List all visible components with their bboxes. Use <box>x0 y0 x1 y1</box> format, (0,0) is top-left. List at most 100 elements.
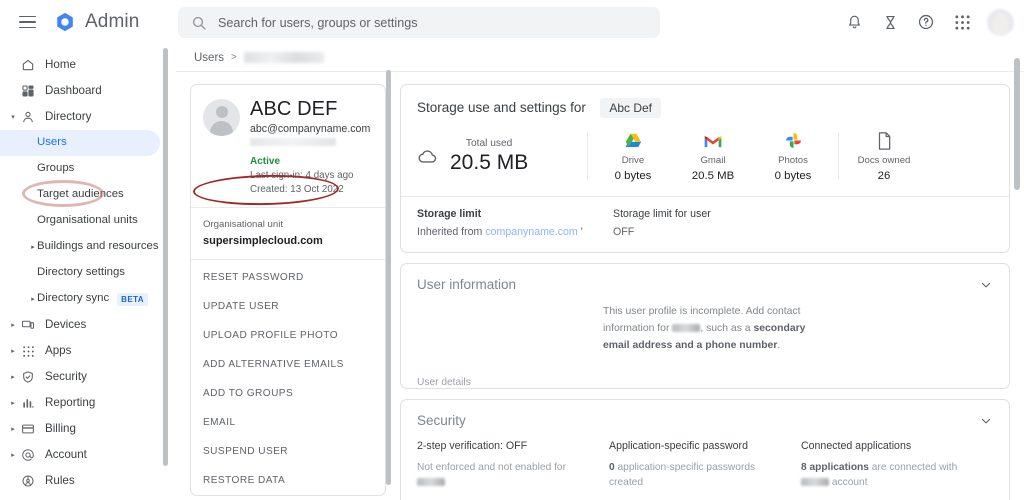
sidebar-item-label: Security <box>45 370 87 384</box>
chevron-right-icon: ▸ <box>31 243 35 251</box>
sidebar-item-users[interactable]: Users <box>0 130 160 156</box>
docs-owned-block: Docs owned 26 <box>839 130 929 182</box>
sidebar-item-label: Rules <box>45 474 75 488</box>
user-card-meta: Active Last sign-in: 4 days ago Created:… <box>191 152 385 207</box>
sidebar-item-buildings-and-resources[interactable]: ▸ Buildings and resources <box>0 234 160 260</box>
security-app-password-col: Application-specific password 0 applicat… <box>609 440 801 491</box>
security-col-head: 2-step verification: OFF <box>417 440 528 452</box>
sidebar-item-groups[interactable]: Groups <box>0 156 160 182</box>
sidebar-item-rules[interactable]: Rules <box>0 468 160 494</box>
sidebar-item-label: Organisational units <box>37 214 138 227</box>
sidebar-item-target-audiences[interactable]: Target audiences <box>0 182 160 208</box>
sidebar-item-directory-settings[interactable]: Directory settings <box>0 260 160 286</box>
message-part2: , such as a <box>700 322 754 334</box>
content-panes: ABC DEF abc@companyname.com Active Last … <box>176 72 1024 500</box>
sub-prefix: Not enforced and not enabled for <box>417 462 566 473</box>
sidebar-item-apps[interactable]: ▸ Apps <box>0 338 160 364</box>
action-suspend-user[interactable]: SUSPEND USER <box>191 437 385 466</box>
at-icon <box>18 448 38 462</box>
chevron-right-icon: ▸ <box>11 399 15 407</box>
apps-grid-icon[interactable] <box>947 7 977 37</box>
breadcrumb-current-redacted <box>243 52 324 63</box>
avatar[interactable] <box>987 8 1014 36</box>
hourglass-icon[interactable] <box>875 7 905 37</box>
ou-value: supersimplecloud.com <box>203 235 323 247</box>
inherited-suffix: ' <box>580 226 583 238</box>
storage-limit-row: Storage limit Inherited from companyname… <box>401 197 1009 252</box>
main-scrollbar-thumb[interactable] <box>1014 58 1020 190</box>
sidebar-item-organisational-units[interactable]: Organisational units <box>0 208 160 234</box>
storage-app-drive: Drive 0 bytes <box>610 130 656 182</box>
sidebar-item-label: Devices <box>45 318 87 332</box>
storage-app-name: Gmail <box>700 155 726 166</box>
admin-brand-label: Admin <box>85 11 140 32</box>
sidebar-item-home[interactable]: Home <box>0 52 160 78</box>
main-content: Users > ABC DEF abc@companyname.com Acti… <box>176 44 1024 500</box>
action-update-user[interactable]: UPDATE USER <box>191 292 385 321</box>
sidebar-scrollbar-thumb[interactable] <box>163 48 168 466</box>
action-upload-profile-photo[interactable]: UPLOAD PROFILE PHOTO <box>191 321 385 350</box>
chevron-right-icon: ▸ <box>31 295 35 303</box>
user-card-scrollbar[interactable] <box>385 68 393 493</box>
storage-limit-label: Storage limit <box>417 208 482 220</box>
search-input[interactable] <box>218 15 638 30</box>
topbar-actions <box>839 0 1014 44</box>
action-reset-password[interactable]: RESET PASSWORD <box>191 263 385 292</box>
admin-brand[interactable]: Admin <box>54 11 139 33</box>
gmail-icon <box>690 130 736 151</box>
action-add-alternative-emails[interactable]: ADD ALTERNATIVE EMAILS <box>191 350 385 379</box>
total-used-label: Total used <box>465 137 513 149</box>
redacted-name <box>801 478 829 487</box>
docs-owned-value: 26 <box>877 170 891 182</box>
breadcrumb-separator: > <box>231 52 237 63</box>
action-restore-data[interactable]: RESTORE DATA <box>191 466 385 495</box>
chevron-down-icon[interactable] <box>979 278 993 292</box>
apps-icon <box>18 345 38 358</box>
action-add-to-groups[interactable]: ADD TO GROUPS <box>191 379 385 408</box>
security-header[interactable]: Security <box>401 400 1009 438</box>
security-col-sub: 0 application-specific passwords created <box>609 460 787 491</box>
sidebar-item-devices[interactable]: ▸ Devices <box>0 312 160 338</box>
sidebar-item-directory-sync[interactable]: ▸ Directory sync BETA <box>0 286 160 312</box>
user-information-title: User information <box>417 277 517 292</box>
admin-console-page: Admin Search for users, groups or settin… <box>0 0 1024 500</box>
document-icon <box>857 130 911 151</box>
sidebar-scrollbar[interactable] <box>162 46 170 498</box>
chevron-down-icon[interactable] <box>979 414 993 428</box>
sidebar-item-label: Groups <box>37 162 75 175</box>
sidebar-item-label: Billing <box>45 422 76 436</box>
hamburger-icon[interactable] <box>14 9 40 35</box>
sub-suffix: are connected with <box>868 462 958 473</box>
action-email[interactable]: EMAIL <box>191 408 385 437</box>
user-actions-list: RESET PASSWORD UPDATE USER UPLOAD PROFIL… <box>191 173 385 495</box>
storage-panel: Storage use and settings for Abc Def Tot… <box>400 84 1010 253</box>
search-bar[interactable] <box>178 7 660 38</box>
user-information-header[interactable]: User information <box>401 264 1009 302</box>
user-avatar <box>203 99 240 136</box>
sidebar-item-billing[interactable]: ▸ Billing <box>0 416 160 442</box>
security-col-sub: Not enforced and not enabled for <box>417 460 595 491</box>
user-information-body: This user profile is incomplete. Add con… <box>401 302 1009 388</box>
user-card-header: ABC DEF abc@companyname.com <box>191 85 385 156</box>
sidebar-item-dashboard[interactable]: Dashboard <box>0 78 160 104</box>
user-email: abc@companyname.com <box>250 123 371 135</box>
storage-app-gmail: Gmail 20.5 MB <box>690 130 736 182</box>
sidebar-item-reporting[interactable]: ▸ Reporting <box>0 390 160 416</box>
sidebar-item-label: Target audiences <box>37 188 124 201</box>
help-icon[interactable] <box>911 7 941 37</box>
breadcrumb-users[interactable]: Users <box>194 52 224 64</box>
sidebar-item-label: Apps <box>45 344 72 358</box>
notifications-icon[interactable] <box>839 7 869 37</box>
user-details-label: User details <box>417 377 471 388</box>
sidebar-item-directory[interactable]: ▾ Directory <box>0 104 160 130</box>
sidebar-item-account[interactable]: ▸ Account <box>0 442 160 468</box>
user-card-scrollbar-thumb[interactable] <box>386 70 391 485</box>
storage-app-value: 20.5 MB <box>691 170 735 182</box>
chevron-right-icon: ▸ <box>11 451 15 459</box>
security-title: Security <box>417 413 466 428</box>
main-scrollbar[interactable] <box>1013 58 1022 498</box>
sub-suffix: application-specific passwords created <box>609 462 756 489</box>
inherited-domain-link[interactable]: companyname.com <box>485 226 577 238</box>
person-icon <box>18 110 38 124</box>
sidebar-item-security[interactable]: ▸ Security <box>0 364 160 390</box>
